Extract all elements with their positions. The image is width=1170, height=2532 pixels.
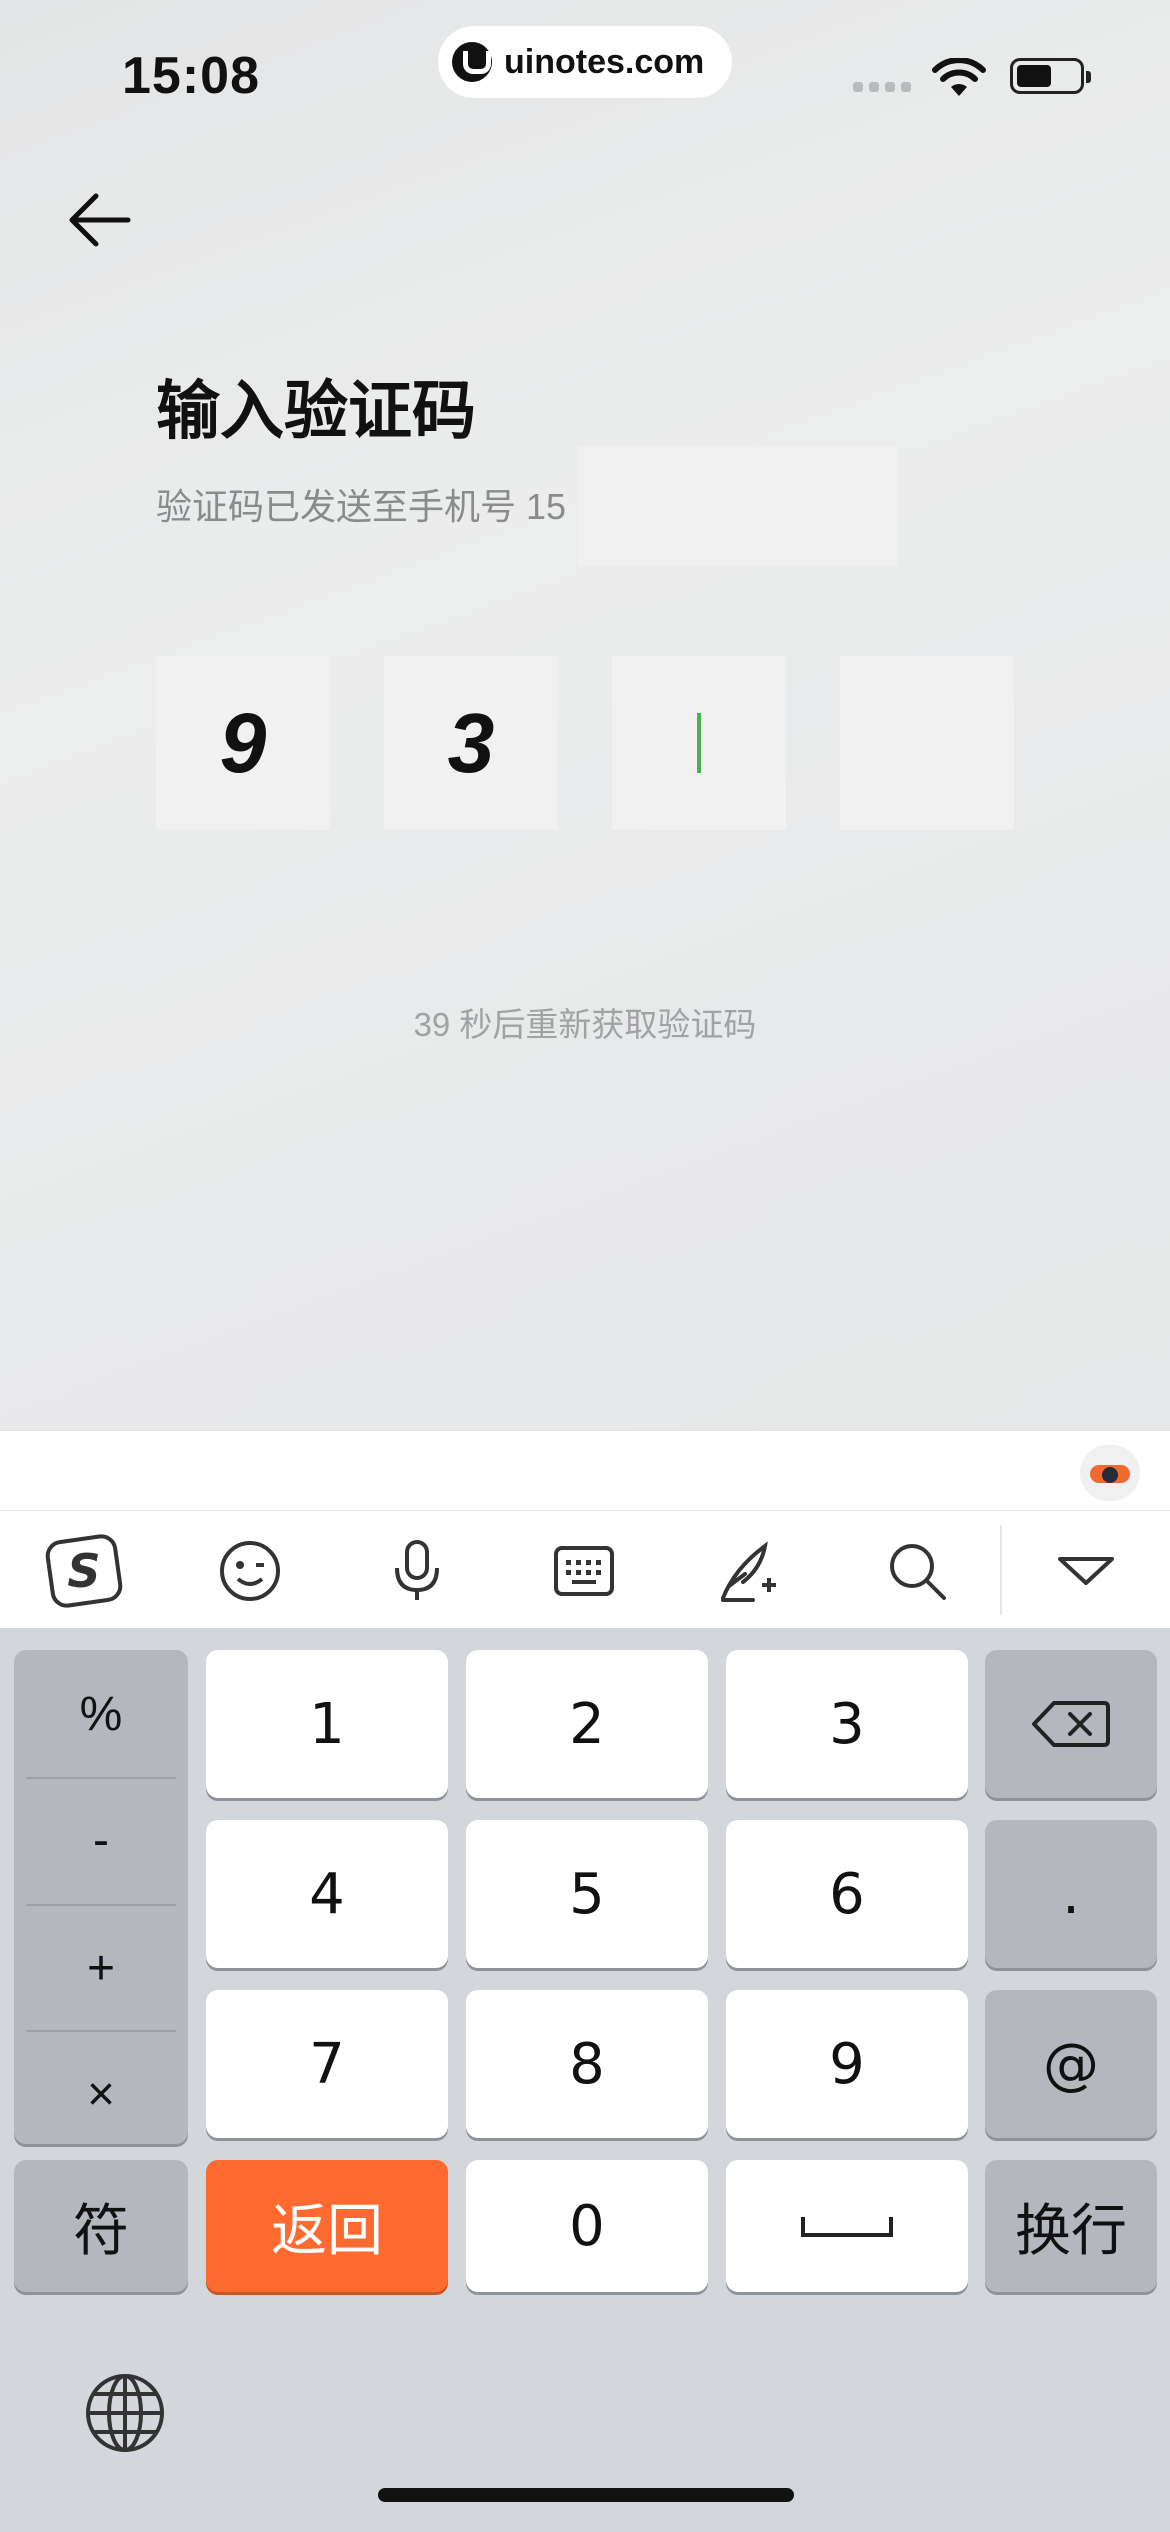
return-key[interactable]: 返回	[206, 2160, 448, 2292]
keyboard-toolbar: S	[0, 1510, 1170, 1628]
back-arrow-icon[interactable]	[62, 188, 134, 252]
status-time: 15:08	[122, 47, 260, 105]
key-6[interactable]: 6	[726, 1820, 968, 1968]
key-0[interactable]: 0	[466, 2160, 708, 2292]
toolbar-divider	[1000, 1525, 1002, 1615]
page-subtitle: 验证码已发送至手机号 15	[156, 486, 567, 527]
code-digit-4[interactable]	[840, 656, 1014, 830]
collapse-keyboard-icon[interactable]	[1046, 1533, 1126, 1609]
uinotes-logo-icon	[452, 42, 492, 82]
symbols-key[interactable]: 符	[14, 2160, 188, 2292]
keyboard-mascot-icon[interactable]	[1080, 1445, 1140, 1501]
key-percent[interactable]: %	[26, 1652, 176, 1776]
app-screen: 15:08 uinotes.com 输入验证码 验证码已发送至手机号 15 9 …	[0, 0, 1170, 1430]
globe-icon[interactable]	[84, 2372, 166, 2454]
symbol-column: % - + ×	[14, 1650, 188, 2144]
battery-icon	[1010, 58, 1091, 94]
url-text: uinotes.com	[504, 42, 705, 81]
code-digit-1[interactable]: 9	[156, 656, 330, 830]
url-pill: uinotes.com	[438, 26, 732, 98]
key-4[interactable]: 4	[206, 1820, 448, 1968]
space-key[interactable]	[726, 2160, 968, 2292]
code-digit-3[interactable]	[612, 656, 786, 830]
space-icon	[801, 2217, 893, 2237]
key-1[interactable]: 1	[206, 1650, 448, 1798]
redacted-phone-number	[578, 446, 898, 566]
key-minus[interactable]: -	[26, 1778, 176, 1902]
key-at[interactable]: @	[985, 1990, 1157, 2138]
key-2[interactable]: 2	[466, 1650, 708, 1798]
home-indicator	[378, 2488, 794, 2502]
code-digit-2[interactable]: 3	[384, 656, 558, 830]
wifi-icon	[932, 58, 986, 96]
key-3[interactable]: 3	[726, 1650, 968, 1798]
keyboard-candidate-bar	[0, 1430, 1170, 1510]
enter-key[interactable]: 换行	[985, 2160, 1157, 2292]
key-period[interactable]: .	[985, 1820, 1157, 1968]
verification-code-inputs[interactable]: 9 3	[156, 656, 1014, 830]
keyboard-icon[interactable]	[544, 1533, 624, 1609]
key-5[interactable]: 5	[466, 1820, 708, 1968]
backspace-key[interactable]	[985, 1650, 1157, 1798]
resend-countdown: 39 秒后重新获取验证码	[413, 1006, 757, 1043]
sogou-logo-icon[interactable]: S	[44, 1533, 124, 1609]
key-8[interactable]: 8	[466, 1990, 708, 2138]
key-9[interactable]: 9	[726, 1990, 968, 2138]
page-title: 输入验证码	[156, 375, 476, 447]
emoji-icon[interactable]	[210, 1533, 290, 1609]
handwriting-icon[interactable]	[710, 1533, 790, 1609]
numeric-keyboard: % - + × 1 2 3 4 5 6 . 7 8 9 @ 符 返回 0 换行	[0, 1628, 1170, 2532]
microphone-icon[interactable]	[377, 1533, 457, 1609]
key-plus[interactable]: +	[26, 1906, 176, 2030]
search-icon[interactable]	[877, 1533, 957, 1609]
key-7[interactable]: 7	[206, 1990, 448, 2138]
key-multiply[interactable]: ×	[26, 2032, 176, 2156]
cellular-signal-icon	[853, 82, 911, 92]
backspace-icon	[1032, 1701, 1110, 1747]
text-caret	[697, 713, 701, 773]
svg-text:S: S	[67, 1544, 100, 1598]
